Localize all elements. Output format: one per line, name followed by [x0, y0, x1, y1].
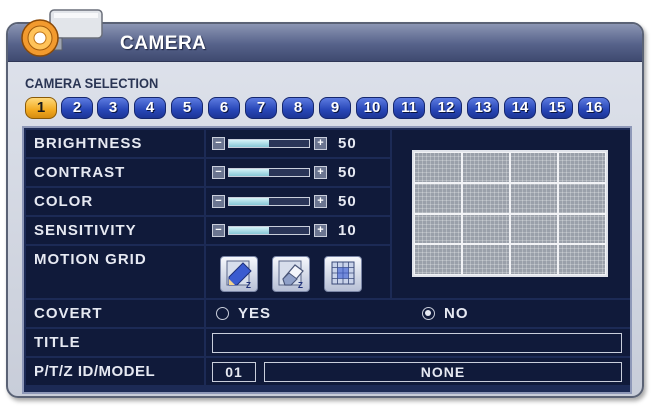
- motion-grid-cell[interactable]: [510, 244, 558, 275]
- camera-tab-11[interactable]: 11: [393, 97, 425, 119]
- camera-tab-13[interactable]: 13: [467, 97, 499, 119]
- color-fill: [229, 198, 269, 205]
- motion-grid-cell[interactable]: [414, 213, 462, 245]
- ptz-row: 01 NONE: [206, 358, 630, 385]
- contrast-fill: [229, 169, 269, 176]
- camera-tab-12[interactable]: 12: [430, 97, 462, 119]
- motion-grid-cell[interactable]: [558, 213, 606, 245]
- contrast-slider[interactable]: − + 50: [206, 159, 390, 186]
- motion-grid-label: MOTION GRID: [26, 246, 204, 298]
- contrast-value: 50: [338, 164, 357, 181]
- camera-tab-14[interactable]: 14: [504, 97, 536, 119]
- eraser-icon[interactable]: Z: [272, 256, 310, 292]
- camera-tab-7[interactable]: 7: [245, 97, 277, 119]
- ptz-label: P/T/Z ID/MODEL: [26, 358, 204, 385]
- plus-icon[interactable]: +: [314, 137, 327, 150]
- color-slider[interactable]: − + 50: [206, 188, 390, 215]
- title-row: [206, 329, 630, 356]
- sensitivity-fill: [229, 227, 269, 234]
- contrast-track[interactable]: [228, 168, 310, 177]
- motion-grid-tools: Z Z: [206, 246, 390, 298]
- plus-icon[interactable]: +: [314, 224, 327, 237]
- minus-icon[interactable]: −: [212, 166, 225, 179]
- camera-tab-8[interactable]: 8: [282, 97, 314, 119]
- motion-grid-cell[interactable]: [462, 152, 510, 183]
- camera-tab-10[interactable]: 10: [356, 97, 388, 119]
- covert-label: COVERT: [26, 300, 204, 327]
- minus-icon[interactable]: −: [212, 224, 225, 237]
- color-value: 50: [338, 193, 357, 210]
- sensitivity-track[interactable]: [228, 226, 310, 235]
- camera-tab-16[interactable]: 16: [578, 97, 610, 119]
- color-label: COLOR: [26, 188, 204, 215]
- motion-grid-cell[interactable]: [510, 182, 558, 214]
- svg-text:Z: Z: [246, 281, 251, 290]
- settings-panel: BRIGHTNESS − + 50 CONTRAST − + 50 COLOR …: [22, 126, 632, 394]
- covert-yes-radio[interactable]: [216, 307, 229, 320]
- camera-tab-15[interactable]: 15: [541, 97, 573, 119]
- pencil-icon[interactable]: Z: [220, 256, 258, 292]
- motion-grid-cell[interactable]: [510, 152, 558, 183]
- minus-icon[interactable]: −: [212, 195, 225, 208]
- camera-tab-3[interactable]: 3: [97, 97, 129, 119]
- sensitivity-label: SENSITIVITY: [26, 217, 204, 244]
- motion-grid[interactable]: [412, 150, 608, 277]
- window-title: CAMERA: [120, 33, 207, 54]
- camera-tab-6[interactable]: 6: [208, 97, 240, 119]
- covert-no-radio[interactable]: [422, 307, 435, 320]
- covert-options: YES NO: [206, 300, 630, 327]
- security-camera-icon: [10, 4, 110, 60]
- camera-selection-label: CAMERA SELECTION: [25, 75, 159, 91]
- camera-tab-2[interactable]: 2: [61, 97, 93, 119]
- brightness-value: 50: [338, 135, 357, 152]
- motion-grid-cell[interactable]: [558, 244, 606, 275]
- grid-select-icon[interactable]: [324, 256, 362, 292]
- minus-icon[interactable]: −: [212, 137, 225, 150]
- brightness-track[interactable]: [228, 139, 310, 148]
- motion-grid-cell[interactable]: [510, 213, 558, 245]
- motion-grid-cell[interactable]: [414, 244, 462, 275]
- camera-tab-9[interactable]: 9: [319, 97, 351, 119]
- color-track[interactable]: [228, 197, 310, 206]
- brightness-slider[interactable]: − + 50: [206, 130, 390, 157]
- title-label: TITLE: [26, 329, 204, 356]
- motion-grid-cell[interactable]: [414, 152, 462, 183]
- motion-grid-cell[interactable]: [558, 152, 606, 183]
- plus-icon[interactable]: +: [314, 195, 327, 208]
- motion-grid-preview: [392, 130, 630, 298]
- brightness-label: BRIGHTNESS: [26, 130, 204, 157]
- svg-text:Z: Z: [298, 281, 303, 290]
- camera-tab-1[interactable]: 1: [25, 97, 57, 119]
- sensitivity-slider[interactable]: − + 10: [206, 217, 390, 244]
- covert-yes-label[interactable]: YES: [238, 300, 271, 327]
- motion-grid-cell[interactable]: [414, 182, 462, 214]
- camera-tab-5[interactable]: 5: [171, 97, 203, 119]
- camera-settings-window: CAMERA CAMERA SELECTION 1 2 3 4 5 6 7 8 9 10 11 12 1…: [6, 22, 644, 398]
- contrast-label: CONTRAST: [26, 159, 204, 186]
- plus-icon[interactable]: +: [314, 166, 327, 179]
- brightness-fill: [229, 140, 269, 147]
- covert-no-label[interactable]: NO: [444, 300, 469, 327]
- motion-grid-cell[interactable]: [462, 213, 510, 245]
- camera-tab-4[interactable]: 4: [134, 97, 166, 119]
- sensitivity-value: 10: [338, 222, 357, 239]
- title-input[interactable]: [212, 333, 622, 353]
- motion-grid-cell[interactable]: [462, 244, 510, 275]
- ptz-id-field[interactable]: 01: [212, 362, 256, 382]
- ptz-model-field[interactable]: NONE: [264, 362, 622, 382]
- motion-grid-cell[interactable]: [462, 182, 510, 214]
- motion-grid-cell[interactable]: [558, 182, 606, 214]
